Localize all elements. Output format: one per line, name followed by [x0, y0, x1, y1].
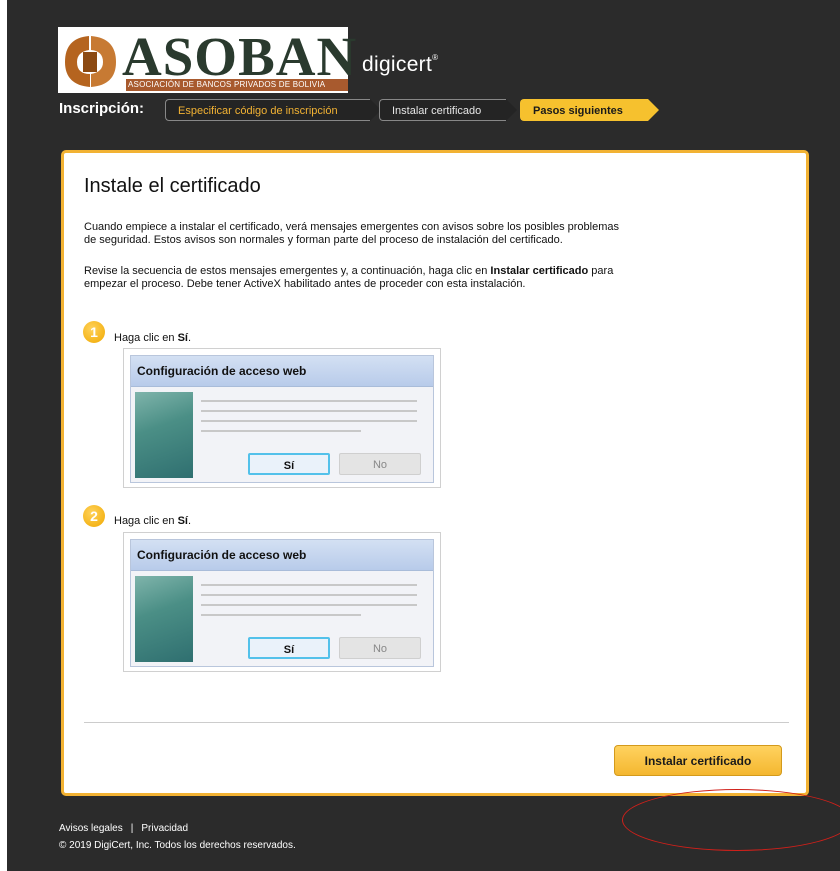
dialog-preview-1-window: Configuración de acceso web Sí No [130, 355, 434, 483]
dialog-preview-2-title: Configuración de acceso web [131, 540, 433, 571]
step-specify-code[interactable]: Especificar código de inscripción [165, 99, 381, 121]
step-2-text-pre: Haga clic en [114, 515, 178, 527]
dialog-preview-2-line [201, 594, 417, 596]
dialog-preview-1-yes: Sí [248, 453, 330, 475]
page-frame: ASOBAN ASOCIACIÓN DE BANCOS PRIVADOS DE … [7, 0, 840, 871]
step-1-text-bold: Sí [177, 332, 188, 344]
footer-divider: | [130, 823, 134, 834]
step-2-text-post: . [188, 515, 192, 527]
asoban-logo: ASOBAN ASOCIACIÓN DE BANCOS PRIVADOS DE … [58, 27, 356, 93]
divider [84, 722, 789, 723]
digicert-wordmark: digicert [362, 53, 433, 76]
digicert-logo: digicert® [362, 53, 438, 77]
dialog-preview-2: Configuración de acceso web Sí No [123, 532, 441, 672]
dialog-preview-2-window: Configuración de acceso web Sí No [130, 539, 434, 667]
dialog-preview-1: Configuración de acceso web Sí No [123, 348, 441, 488]
install-certificate-button[interactable]: Instalar certificado [614, 745, 782, 776]
logo-wordmark: ASOBAN [122, 26, 358, 87]
dialog-preview-1-line [201, 420, 417, 422]
step-2-text: Haga clic en Sí. [114, 515, 191, 527]
step-next-steps[interactable]: Pasos siguientes [520, 99, 659, 121]
dialog-preview-2-line [201, 614, 361, 616]
dialog-preview-2-yes: Sí [248, 637, 330, 659]
dialog-preview-2-no: No [339, 637, 421, 659]
dialog-preview-2-line [201, 584, 417, 586]
annotation-oval [622, 789, 840, 851]
instructions-paragraph: Revise la secuencia de estos mensajes em… [84, 265, 744, 291]
step-1-text-pre: Haga clic en [114, 332, 178, 344]
privacy-link[interactable]: Privacidad [141, 823, 188, 834]
step-1-text: Haga clic en Sí. [114, 332, 191, 344]
step-install-certificate[interactable]: Instalar certificado [379, 99, 517, 121]
instructions-line-1-pre: Revise la secuencia de estos mensajes em… [84, 265, 491, 277]
step-2-badge: 2 [83, 505, 105, 527]
step-2-text-bold: Sí [177, 515, 188, 527]
footer-links: Avisos legales | Privacidad [59, 823, 188, 834]
dialog-preview-1-no: No [339, 453, 421, 475]
digicert-mark: ® [432, 53, 439, 62]
dialog-preview-1-line [201, 410, 417, 412]
instructions-bold: Instalar certificado [490, 265, 589, 277]
page-title: Instale el certificado [84, 175, 261, 197]
dialog-preview-1-line [201, 430, 361, 432]
intro-line-1: Cuando empiece a instalar el certificado… [84, 221, 619, 233]
dialog-preview-2-line [201, 604, 417, 606]
dialog-preview-2-image [135, 576, 193, 662]
instructions-line-2: empezar el proceso. Debe tener ActiveX h… [84, 278, 526, 290]
dialog-preview-1-line [201, 400, 417, 402]
steps-label: Inscripción: [59, 100, 145, 117]
step-1-badge: 1 [83, 321, 105, 343]
legal-notices-link[interactable]: Avisos legales [59, 823, 123, 834]
dialog-preview-1-title: Configuración de acceso web [131, 356, 433, 387]
logo-subtitle: ASOCIACIÓN DE BANCOS PRIVADOS DE BOLIVIA [126, 79, 348, 91]
asoban-logo-mark-icon [61, 32, 119, 90]
intro-line-2: de seguridad. Estos avisos son normales … [84, 234, 563, 246]
install-panel: Instale el certificado Cuando empiece a … [61, 150, 809, 796]
step-1-text-post: . [188, 332, 192, 344]
instructions-line-1-post: para [588, 265, 614, 277]
intro-paragraph: Cuando empiece a instalar el certificado… [84, 221, 744, 247]
copyright: © 2019 DigiCert, Inc. Todos los derechos… [59, 840, 296, 851]
dialog-preview-1-image [135, 392, 193, 478]
